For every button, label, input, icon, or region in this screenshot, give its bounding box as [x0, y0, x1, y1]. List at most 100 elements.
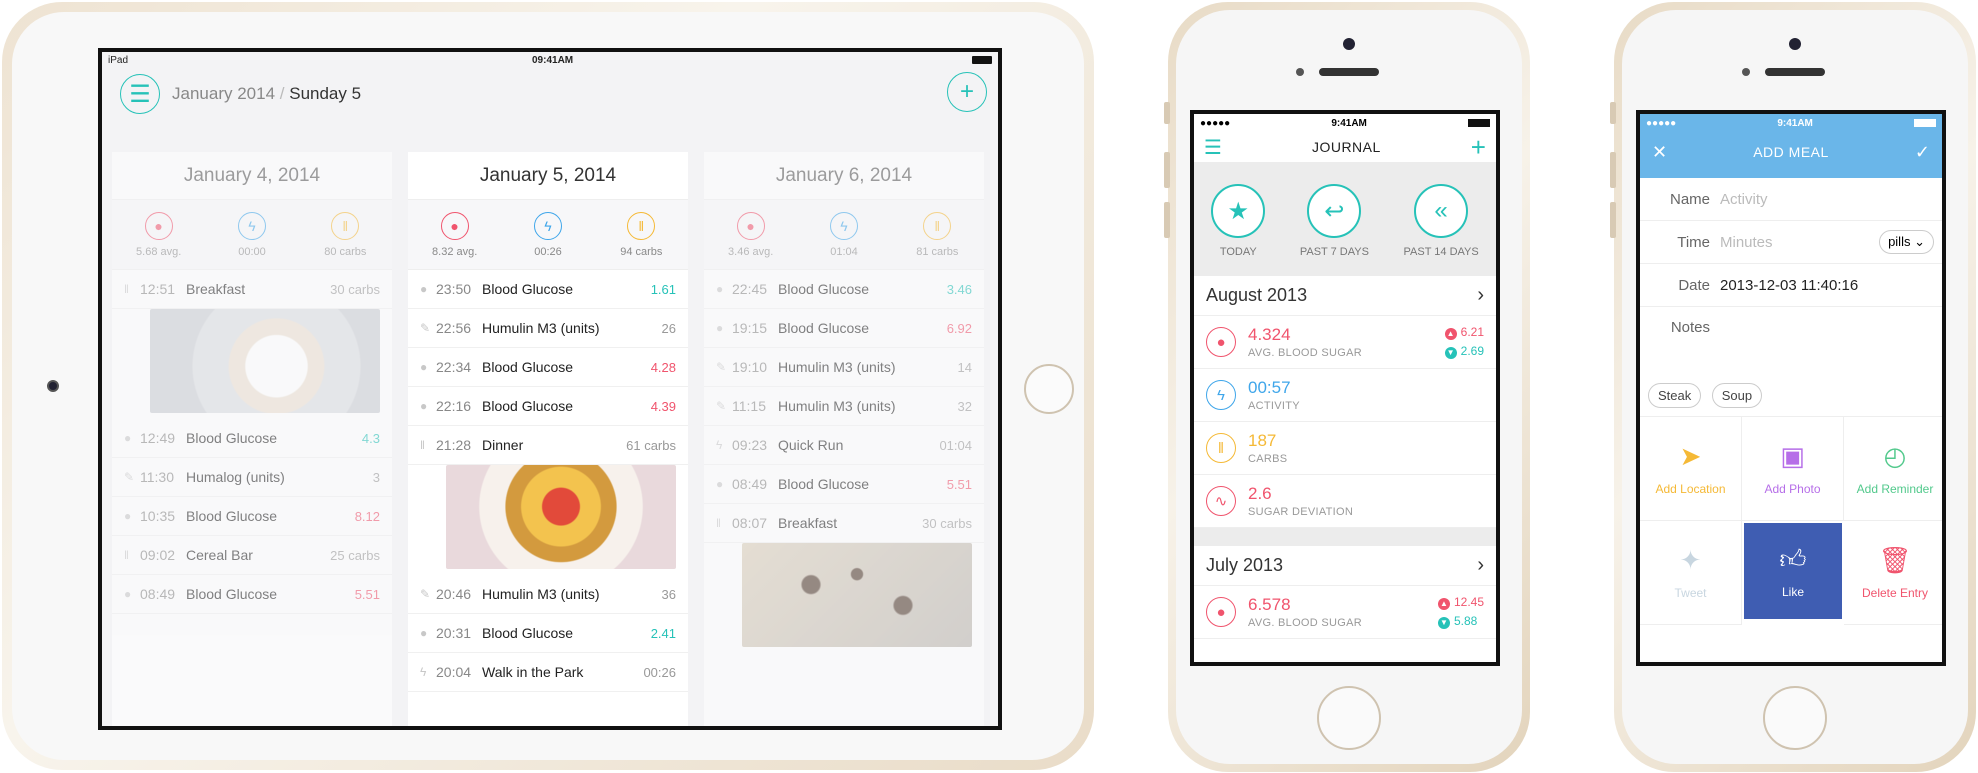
- stat-glucose: 5.68 avg.: [136, 245, 182, 258]
- like-button[interactable]: 👍︎ Like: [1744, 523, 1842, 619]
- summary-row[interactable]: ● 6.578 AVG. BLOOD SUGAR ▲ 12.45 ▼ 5.88: [1194, 586, 1496, 639]
- hamburger-icon[interactable]: ☰: [1204, 135, 1222, 160]
- month-title: August 2013: [1206, 285, 1308, 305]
- list-item[interactable]: ● 08:49 Blood Glucose 5.51: [112, 575, 392, 614]
- plus-icon[interactable]: +: [1471, 132, 1486, 163]
- stat-carbs: 94 carbs: [620, 245, 663, 258]
- tweet-button[interactable]: ✦ Tweet: [1640, 521, 1742, 625]
- list-item[interactable]: ‖ 12:51 Breakfast 30 carbs: [112, 270, 392, 309]
- ipad-screen: iPad 09:41AM ☰ January 2014 / Sunday 5 +…: [98, 48, 1002, 730]
- summary-row[interactable]: ϟ 00:57 ACTIVITY: [1194, 369, 1496, 422]
- stat-carbs: 81 carbs: [916, 245, 959, 258]
- filter-past-14-days[interactable]: « PAST 14 DAYS: [1404, 184, 1479, 258]
- name-field[interactable]: Name Activity: [1640, 178, 1942, 221]
- entry-value: 3: [372, 469, 380, 485]
- pulse-icon: ∿: [1206, 486, 1236, 516]
- list-item[interactable]: ‖ 09:02 Cereal Bar 25 carbs: [112, 536, 392, 575]
- time-field[interactable]: Time Minutes pills ⌄: [1640, 221, 1942, 264]
- add-location-button[interactable]: ➤ Add Location: [1640, 417, 1742, 521]
- stat-glucose: 3.46 avg.: [728, 245, 774, 258]
- list-item[interactable]: ● 22:45 Blood Glucose 3.46: [704, 270, 984, 309]
- fork-icon: ‖: [923, 211, 952, 240]
- day-column-jan-4[interactable]: January 4, 2014 ● 5.68 avg. ϟ 00:00 ‖ 80 ca…: [112, 152, 392, 726]
- add-entry-button[interactable]: +: [947, 72, 987, 112]
- drop-icon: ●: [420, 360, 428, 374]
- tag-chip[interactable]: Soup: [1711, 383, 1763, 408]
- drop-icon: ●: [716, 477, 724, 491]
- page-title: ADD MEAL: [1753, 144, 1829, 160]
- syringe-icon: ✎: [420, 587, 431, 601]
- meal-photo[interactable]: [742, 543, 972, 647]
- add-reminder-button[interactable]: ◴ Add Reminder: [1844, 417, 1942, 521]
- close-icon[interactable]: ✕: [1652, 142, 1667, 163]
- day-column-jan-5[interactable]: January 5, 2014 ● 8.32 avg. ϟ 00:26 ‖ 94 ca…: [408, 152, 688, 726]
- checkmark-icon[interactable]: ✓: [1915, 142, 1930, 163]
- iphone-screen: ●●●●● 9:41AM ✕ ADD MEAL ✓ Name Activity …: [1636, 110, 1946, 666]
- meal-photo[interactable]: [150, 309, 380, 413]
- month-title: July 2013: [1206, 555, 1284, 575]
- iphone-home-button[interactable]: [1317, 686, 1381, 750]
- menu-button[interactable]: ☰: [120, 74, 160, 114]
- list-item[interactable]: ‖ 21:28 Dinner 61 carbs: [408, 426, 688, 465]
- fork-icon: ‖: [627, 211, 656, 240]
- list-item[interactable]: ● 19:15 Blood Glucose 6.92: [704, 309, 984, 348]
- unit-value: pills: [1888, 234, 1911, 249]
- filter-label: PAST 7 DAYS: [1299, 246, 1369, 258]
- date-field[interactable]: Date 2013-12-03 11:40:16: [1640, 264, 1942, 307]
- entry-label: Blood Glucose: [482, 359, 574, 375]
- fork-icon: ‖: [716, 516, 721, 530]
- list-item[interactable]: ✎ 19:10 Humulin M3 (units) 14: [704, 348, 984, 387]
- list-item[interactable]: ✎ 22:56 Humulin M3 (units) 26: [408, 309, 688, 348]
- ipad-camera: [47, 380, 59, 392]
- list-item[interactable]: ● 22:16 Blood Glucose 4.39: [408, 387, 688, 426]
- delete-entry-button[interactable]: 🗑︎ Delete Entry: [1844, 521, 1942, 625]
- list-item[interactable]: ● 12:49 Blood Glucose 4.3: [112, 419, 392, 458]
- filter-past-7-days[interactable]: ↩ PAST 7 DAYS: [1300, 184, 1369, 258]
- notes-field[interactable]: Notes Steak Soup: [1640, 307, 1942, 417]
- day-title: January 5, 2014: [408, 152, 688, 200]
- month-header[interactable]: August 2013 ›: [1194, 276, 1496, 316]
- add-photo-button[interactable]: ▣ Add Photo: [1742, 417, 1844, 521]
- status-device: iPad: [108, 55, 129, 66]
- stat-carbs: 80 carbs: [324, 245, 367, 258]
- day-column-jan-6[interactable]: January 6, 2014 ● 3.46 avg. ϟ 01:04 ‖ 81 ca…: [704, 152, 984, 726]
- breadcrumb-month[interactable]: January 2014: [172, 84, 275, 103]
- list-item[interactable]: ● 23:50 Blood Glucose 1.61: [408, 270, 688, 309]
- thumbs-up-icon: 👍︎: [1779, 543, 1807, 574]
- filter-today[interactable]: ★ TODAY: [1211, 184, 1266, 258]
- meal-photo[interactable]: [446, 465, 676, 569]
- summary-row[interactable]: ● 4.324 AVG. BLOOD SUGAR ▲ 6.21 ▼ 2.69: [1194, 316, 1496, 369]
- entry-time: 22:16: [436, 398, 472, 414]
- iphone-screen: ●●●●● 9:41AM ☰ JOURNAL + ★ TODAY ↩ PAST …: [1190, 110, 1500, 666]
- list-item[interactable]: ● 08:49 Blood Glucose 5.51: [704, 465, 984, 504]
- syringe-icon: ✎: [716, 399, 727, 413]
- summary-row[interactable]: ∿ 2.6 SUGAR DEVIATION: [1194, 475, 1496, 528]
- list-item[interactable]: ✎ 20:46 Humulin M3 (units) 36: [408, 575, 688, 614]
- list-item[interactable]: ✎ 11:30 Humalog (units) 3: [112, 458, 392, 497]
- summary-label: AVG. BLOOD SUGAR: [1248, 347, 1363, 359]
- entry-label: Blood Glucose: [186, 508, 278, 524]
- summary-value: 2.6: [1248, 484, 1272, 503]
- list-item[interactable]: ϟ 20:04 Walk in the Park 00:26: [408, 653, 688, 692]
- ipad-home-button[interactable]: [1024, 364, 1074, 414]
- list-item[interactable]: ● 20:31 Blood Glucose 2.41: [408, 614, 688, 653]
- mute-switch: [1610, 102, 1616, 124]
- header-bar: ●●●●● 9:41AM ✕ ADD MEAL ✓: [1640, 114, 1942, 178]
- iphone-home-button[interactable]: [1763, 686, 1827, 750]
- entry-value: 2.41: [650, 625, 676, 641]
- stat-activity: 01:04: [830, 245, 858, 258]
- list-item[interactable]: ● 10:35 Blood Glucose 8.12: [112, 497, 392, 536]
- mute-switch: [1164, 102, 1170, 124]
- summary-row[interactable]: ‖ 187 CARBS: [1194, 422, 1496, 475]
- list-item[interactable]: ✎ 11:15 Humulin M3 (units) 32: [704, 387, 984, 426]
- date-label: Date: [1678, 276, 1710, 294]
- day-title: January 4, 2014: [112, 152, 392, 200]
- bolt-icon: ϟ: [533, 211, 562, 240]
- tag-chip[interactable]: Steak: [1648, 383, 1702, 408]
- volume-down-button: [1610, 202, 1616, 238]
- list-item[interactable]: ϟ 09:23 Quick Run 01:04: [704, 426, 984, 465]
- month-header[interactable]: July 2013 ›: [1194, 546, 1496, 586]
- list-item[interactable]: ● 22:34 Blood Glucose 4.28: [408, 348, 688, 387]
- list-item[interactable]: ‖ 08:07 Breakfast 30 carbs: [704, 504, 984, 543]
- unit-dropdown[interactable]: pills ⌄: [1879, 230, 1934, 254]
